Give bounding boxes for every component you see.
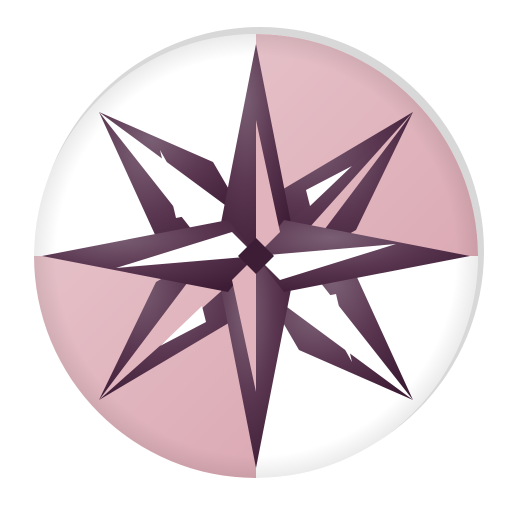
compass-rose-icon: [34, 27, 484, 478]
compass-rose-app-icon[interactable]: [0, 0, 512, 512]
